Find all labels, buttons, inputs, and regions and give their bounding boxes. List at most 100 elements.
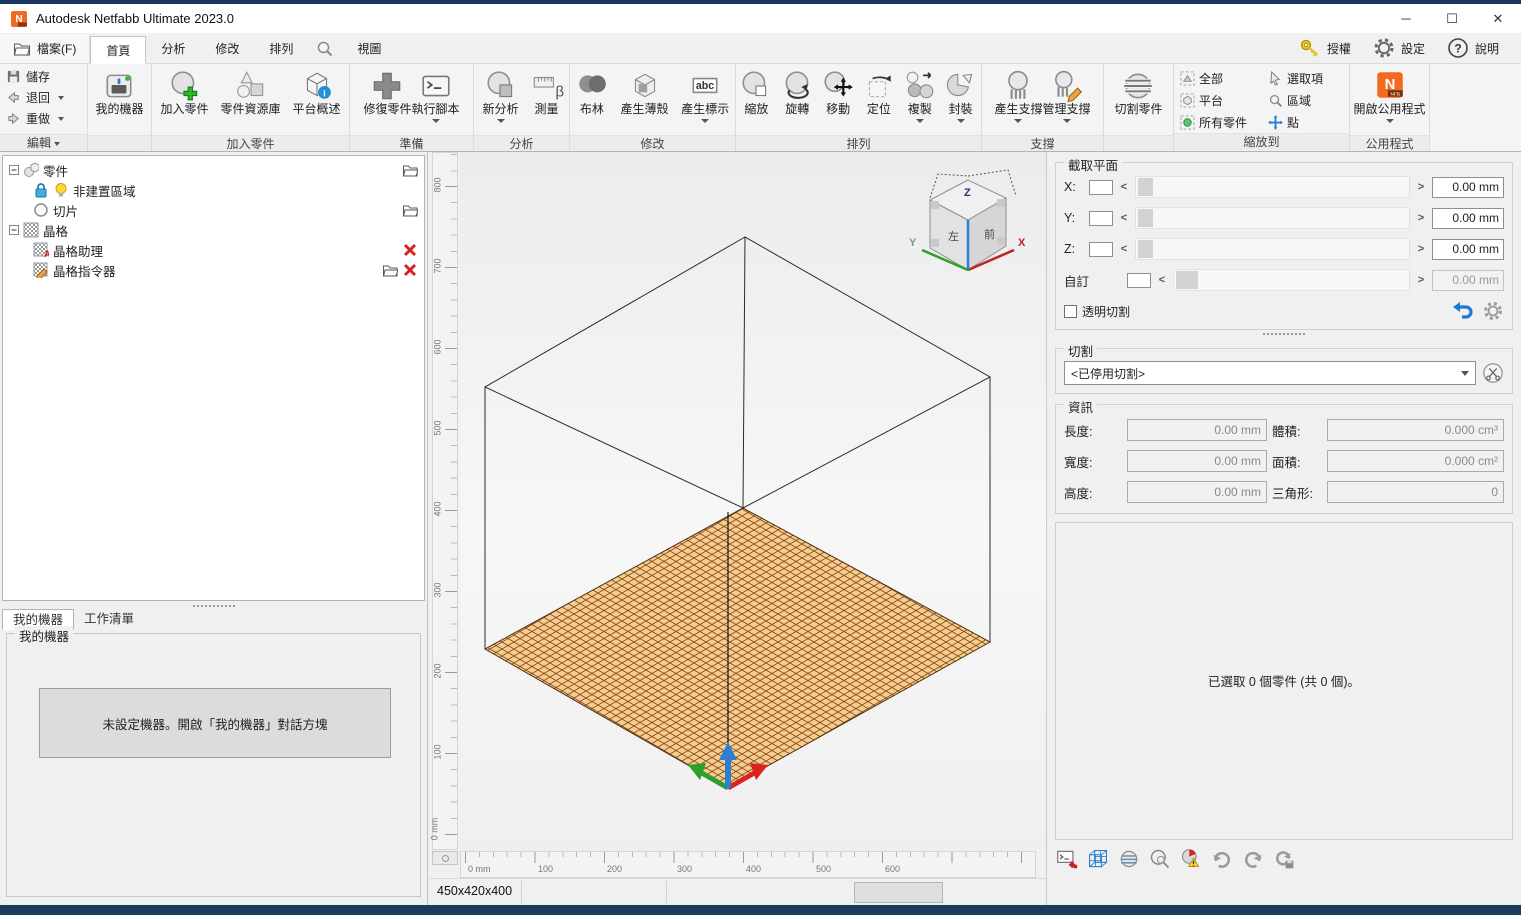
zoom-view-button[interactable]	[1146, 845, 1174, 873]
rotate-view-right-button[interactable]	[1239, 845, 1267, 873]
slider-left-arrow[interactable]: <	[1118, 243, 1130, 255]
slider-thumb[interactable]	[1138, 178, 1153, 196]
close-button[interactable]: ✕	[1475, 4, 1521, 33]
slider-thumb[interactable]	[1176, 271, 1198, 289]
orient-button[interactable]: 定位	[859, 66, 900, 135]
rotate-view-left-button[interactable]	[1208, 845, 1236, 873]
create-label-button[interactable]: abc 產生標示	[675, 66, 735, 135]
rotate-button[interactable]: 旋轉	[777, 66, 818, 135]
slider-left-arrow[interactable]: <	[1118, 181, 1130, 193]
clip-x-value[interactable]: 0.00 mm	[1432, 177, 1504, 198]
slider-left-arrow[interactable]: <	[1156, 274, 1168, 286]
clip-custom-checkbox[interactable]	[1127, 273, 1151, 288]
slider-right-arrow[interactable]: >	[1415, 274, 1427, 286]
tree-item-slices[interactable]: 切片	[3, 200, 424, 220]
right-panel-splitter[interactable]	[1047, 330, 1521, 338]
minimize-button[interactable]: ─	[1383, 4, 1429, 33]
repair-part-button[interactable]: 修復零件	[363, 66, 411, 135]
search-button[interactable]	[308, 35, 342, 63]
view-cube-left-face[interactable]: 左	[948, 230, 959, 243]
machine-not-set-button[interactable]: 未設定機器。開啟「我的機器」對話方塊	[39, 688, 391, 758]
pack-button[interactable]: 封裝	[940, 66, 981, 135]
manage-support-button[interactable]: 管理支撐	[1043, 66, 1091, 135]
tree-item-no-build-zone[interactable]: 非建置區域	[3, 180, 424, 200]
tree-item-parts[interactable]: 零件	[3, 160, 424, 180]
view-cube[interactable]: 左 前 Y X Z	[909, 170, 1026, 270]
ruler-origin-button[interactable]	[432, 851, 458, 865]
zoom-region-button[interactable]: 區域	[1268, 89, 1352, 111]
slider-thumb[interactable]	[1138, 240, 1153, 258]
zoom-all-parts-button[interactable]: 所有零件	[1180, 111, 1268, 133]
create-support-button[interactable]: 產生支撐	[994, 66, 1042, 135]
measure-button[interactable]: β 測量	[526, 66, 568, 135]
zoom-point-button[interactable]: 點	[1268, 111, 1352, 133]
lattice-view-button[interactable]	[1084, 845, 1112, 873]
tab-analysis[interactable]: 分析	[146, 35, 200, 63]
lock-icon[interactable]	[33, 182, 49, 198]
new-analysis-button[interactable]: 新分析	[476, 66, 526, 135]
slider-right-arrow[interactable]: >	[1415, 181, 1427, 193]
script-console-add-button[interactable]	[1053, 845, 1081, 873]
slice-view-button[interactable]	[1115, 845, 1143, 873]
delete-x-icon[interactable]	[402, 242, 418, 258]
clip-y-checkbox[interactable]	[1089, 211, 1113, 226]
collapse-icon[interactable]	[9, 225, 19, 235]
zoom-all-button[interactable]: 全部	[1180, 67, 1268, 89]
clip-x-checkbox[interactable]	[1089, 180, 1113, 195]
open-folder-icon[interactable]	[402, 202, 418, 218]
my-machine-button[interactable]: 我的機器	[95, 66, 143, 135]
transparent-cut-checkbox[interactable]	[1064, 305, 1077, 318]
scissors-cut-icon[interactable]	[1482, 362, 1504, 384]
clip-settings-gear-icon[interactable]	[1482, 300, 1504, 322]
scale-button[interactable]: 縮放	[736, 66, 777, 135]
platform-overview-button[interactable]: i 平台概述	[285, 66, 349, 135]
tree-item-lattice-commander[interactable]: 晶格指令器	[3, 260, 424, 280]
zoom-selection-button[interactable]: 選取項	[1268, 67, 1352, 89]
view-cube-front-face[interactable]: 前	[984, 227, 995, 241]
clip-z-value[interactable]: 0.00 mm	[1432, 239, 1504, 260]
clip-x-slider[interactable]	[1135, 176, 1410, 198]
save-view-button[interactable]	[1270, 845, 1298, 873]
add-part-button[interactable]: 加入零件	[153, 66, 217, 135]
tab-job-list[interactable]: 工作清單	[74, 609, 144, 630]
analysis-warning-button[interactable]	[1177, 845, 1205, 873]
create-shell-button[interactable]: 產生薄殼	[614, 66, 676, 135]
slider-left-arrow[interactable]: <	[1118, 212, 1130, 224]
tab-home[interactable]: 首頁	[90, 36, 146, 64]
tree-item-lattice[interactable]: 晶格	[3, 220, 424, 240]
tab-arrange[interactable]: 排列	[254, 35, 308, 63]
save-button[interactable]: 儲存	[0, 66, 87, 87]
open-folder-icon[interactable]	[382, 262, 398, 278]
run-script-button[interactable]: 執行腳本	[412, 66, 460, 135]
ribbon-group-label-edit[interactable]: 編輯	[0, 134, 87, 151]
duplicate-button[interactable]: 複製	[899, 66, 940, 135]
cuts-select[interactable]: <已停用切割>	[1064, 361, 1476, 385]
license-button[interactable]: 授權	[1291, 33, 1359, 63]
maximize-button[interactable]: ☐	[1429, 4, 1475, 33]
help-button[interactable]: ? 說明	[1439, 33, 1507, 63]
delete-x-icon[interactable]	[402, 262, 418, 278]
reset-undo-icon[interactable]	[1452, 300, 1474, 322]
part-library-button[interactable]: 零件資源庫	[217, 66, 285, 135]
settings-button[interactable]: 設定	[1365, 33, 1433, 63]
clip-z-checkbox[interactable]	[1089, 242, 1113, 257]
tab-modify[interactable]: 修改	[200, 35, 254, 63]
cut-parts-button[interactable]: 切割零件	[1114, 66, 1162, 135]
visibility-bulb-icon[interactable]	[53, 182, 69, 198]
clip-custom-slider[interactable]	[1173, 269, 1410, 291]
clip-z-slider[interactable]	[1135, 238, 1410, 260]
zoom-platform-button[interactable]: 平台	[1180, 89, 1268, 111]
undo-button[interactable]: 退回	[0, 87, 87, 108]
collapse-icon[interactable]	[9, 165, 19, 175]
tab-view[interactable]: 視圖	[342, 35, 396, 63]
clip-y-value[interactable]: 0.00 mm	[1432, 208, 1504, 229]
open-folder-icon[interactable]	[402, 162, 418, 178]
file-menu-button[interactable]: 檔案(F)	[0, 34, 90, 63]
3d-canvas[interactable]: 左 前 Y X Z	[460, 152, 1046, 850]
slider-thumb[interactable]	[1138, 209, 1153, 227]
move-button[interactable]: 移動	[818, 66, 859, 135]
slider-right-arrow[interactable]: >	[1415, 212, 1427, 224]
tree-item-lattice-assistant[interactable]: A 晶格助理	[3, 240, 424, 260]
redo-button[interactable]: 重做	[0, 108, 87, 129]
slider-right-arrow[interactable]: >	[1415, 243, 1427, 255]
